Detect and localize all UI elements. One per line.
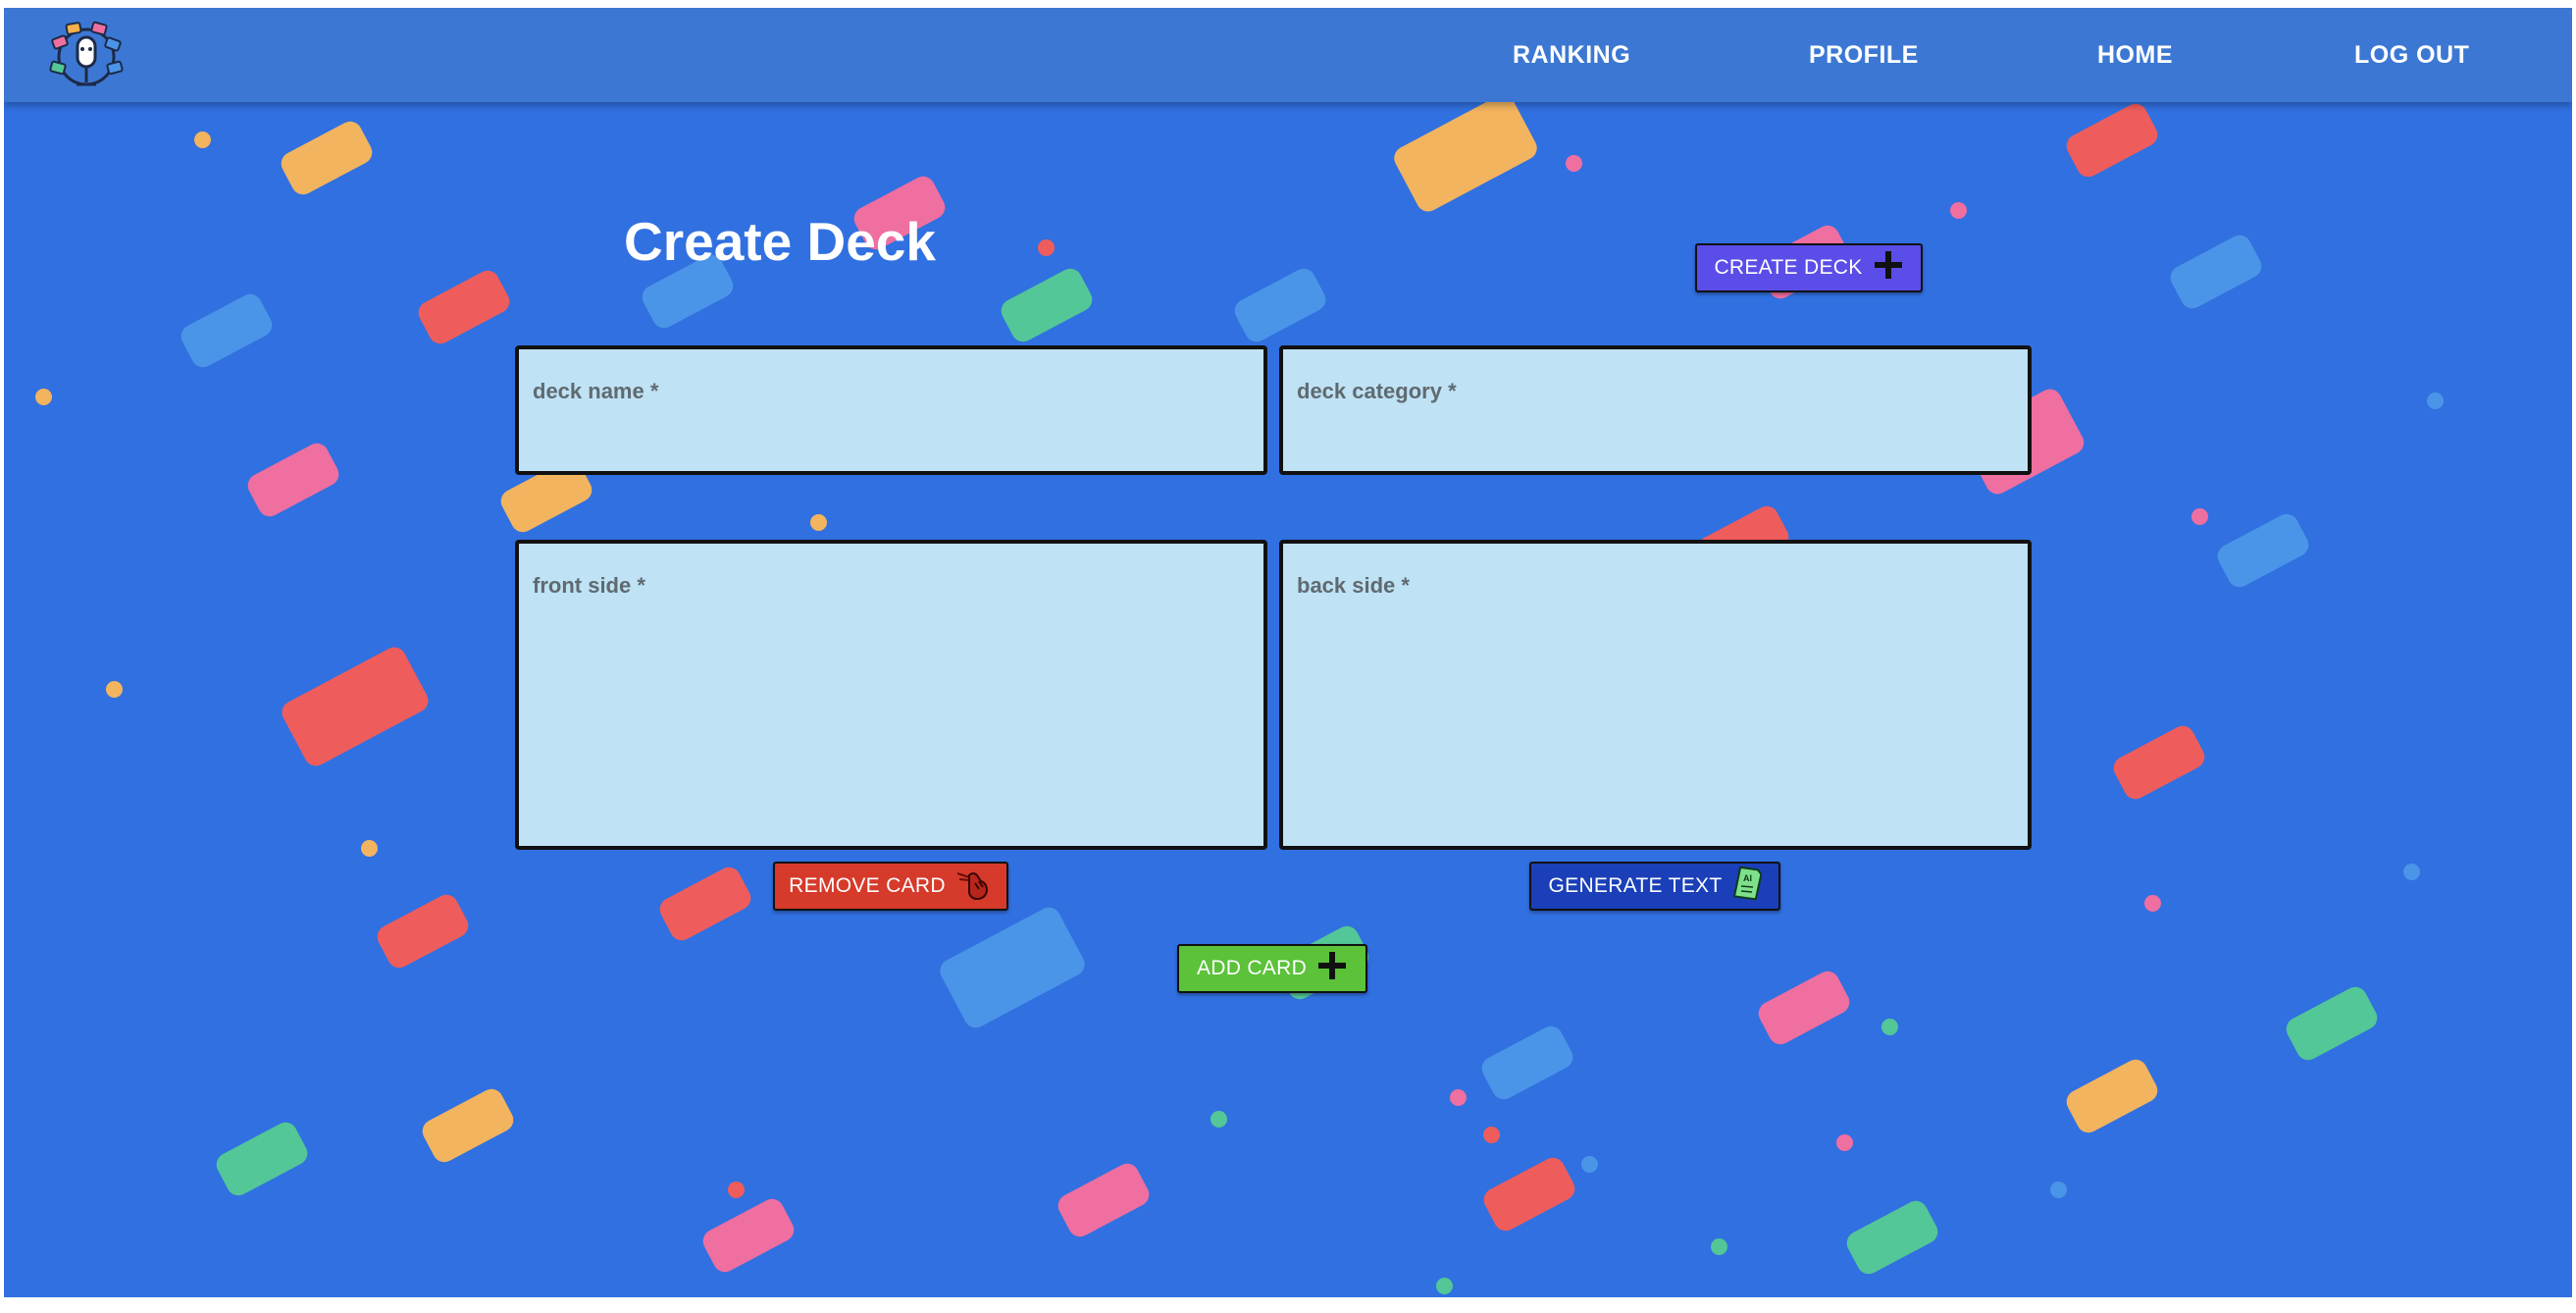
decor-tile <box>1842 1196 1942 1279</box>
decor-tile <box>243 439 343 521</box>
decor-dot <box>2191 508 2208 525</box>
decor-tile <box>2109 721 2209 804</box>
page-title: Create Deck <box>624 211 936 272</box>
nav-link-profile[interactable]: PROFILE <box>1809 41 1919 70</box>
back-side-field[interactable]: back side * <box>1279 540 2032 850</box>
decor-tile <box>1230 264 1330 346</box>
decor-tile <box>177 289 277 372</box>
decor-dot <box>1483 1127 1500 1143</box>
decor-tile <box>1054 1159 1154 1241</box>
front-side-label: front side * <box>533 573 645 598</box>
decor-tile <box>418 1084 518 1167</box>
add-card-button[interactable]: ADD CARD <box>1177 944 1367 993</box>
microphone-globe-logo-icon[interactable] <box>47 18 126 92</box>
decor-dot <box>2427 393 2444 409</box>
decor-tile <box>2062 99 2162 182</box>
decor-tile <box>277 117 377 199</box>
decor-tile <box>2062 1055 2162 1137</box>
deck-name-input[interactable] <box>533 430 1250 461</box>
generate-text-button[interactable]: GENERATE TEXT AI <box>1529 862 1780 911</box>
nav-link-ranking[interactable]: RANKING <box>1513 41 1630 70</box>
deck-category-input[interactable] <box>1297 430 2014 461</box>
create-deck-button-label: CREATE DECK <box>1714 256 1863 279</box>
generate-text-button-label: GENERATE TEXT <box>1548 874 1723 897</box>
create-deck-button[interactable]: CREATE DECK <box>1695 243 1923 292</box>
plus-icon <box>1873 249 1904 287</box>
decor-dot <box>1211 1111 1227 1128</box>
back-side-textarea[interactable] <box>1297 612 2014 836</box>
decor-dot <box>194 131 211 148</box>
decor-dot <box>1436 1278 1453 1294</box>
deck-category-field[interactable]: deck category * <box>1279 345 2032 475</box>
decor-dot <box>1711 1238 1727 1255</box>
ai-document-icon: AI <box>1732 866 1762 906</box>
decor-tile <box>655 863 755 945</box>
remove-card-button-label: REMOVE CARD <box>789 874 946 897</box>
plus-icon <box>1316 950 1348 987</box>
decor-tile <box>2166 231 2266 313</box>
app-background: RANKING PROFILE HOME LOG OUT Create Deck… <box>4 8 2572 1297</box>
remove-card-button[interactable]: REMOVE CARD <box>773 862 1008 911</box>
decor-tile <box>1754 967 1854 1049</box>
decor-tile <box>1477 1022 1577 1104</box>
add-card-button-label: ADD CARD <box>1196 957 1308 979</box>
decor-dot <box>2403 864 2420 880</box>
decor-dot <box>810 514 827 531</box>
decor-tile <box>278 643 433 770</box>
front-side-field[interactable]: front side * <box>515 540 1267 850</box>
decor-tile <box>373 890 473 972</box>
decor-dot <box>35 389 52 405</box>
decor-tile <box>698 1194 799 1277</box>
nav-link-home[interactable]: HOME <box>2097 41 2173 70</box>
deck-name-field[interactable]: deck name * <box>515 345 1267 475</box>
decor-dot <box>1038 239 1055 256</box>
decor-dot <box>1450 1089 1467 1106</box>
pointing-hand-icon <box>955 866 993 907</box>
decor-tile <box>997 264 1097 346</box>
svg-text:AI: AI <box>1743 873 1752 883</box>
decor-tile <box>212 1118 312 1200</box>
decor-dot <box>728 1182 745 1198</box>
nav-link-log-out[interactable]: LOG OUT <box>2354 41 2469 70</box>
decor-dot <box>1950 202 1967 219</box>
decor-dot <box>1581 1156 1598 1173</box>
front-side-textarea[interactable] <box>533 612 1250 836</box>
decor-tile <box>414 266 514 348</box>
decor-tile <box>2282 982 2382 1065</box>
decor-tile <box>936 903 1089 1032</box>
decor-dot <box>1881 1019 1898 1035</box>
deck-name-label: deck name * <box>533 379 659 403</box>
decor-tile <box>2213 509 2313 592</box>
decor-dot <box>1836 1134 1853 1151</box>
decor-dot <box>361 840 378 857</box>
decor-dot <box>2144 895 2161 912</box>
top-navbar: RANKING PROFILE HOME LOG OUT <box>4 8 2572 102</box>
decor-dot <box>106 681 123 698</box>
decor-dot <box>1566 155 1582 172</box>
deck-category-label: deck category * <box>1297 379 1457 403</box>
decor-dot <box>2050 1182 2067 1198</box>
decor-tile <box>1479 1153 1579 1235</box>
decor-tile <box>1390 90 1541 216</box>
back-side-label: back side * <box>1297 573 1410 598</box>
